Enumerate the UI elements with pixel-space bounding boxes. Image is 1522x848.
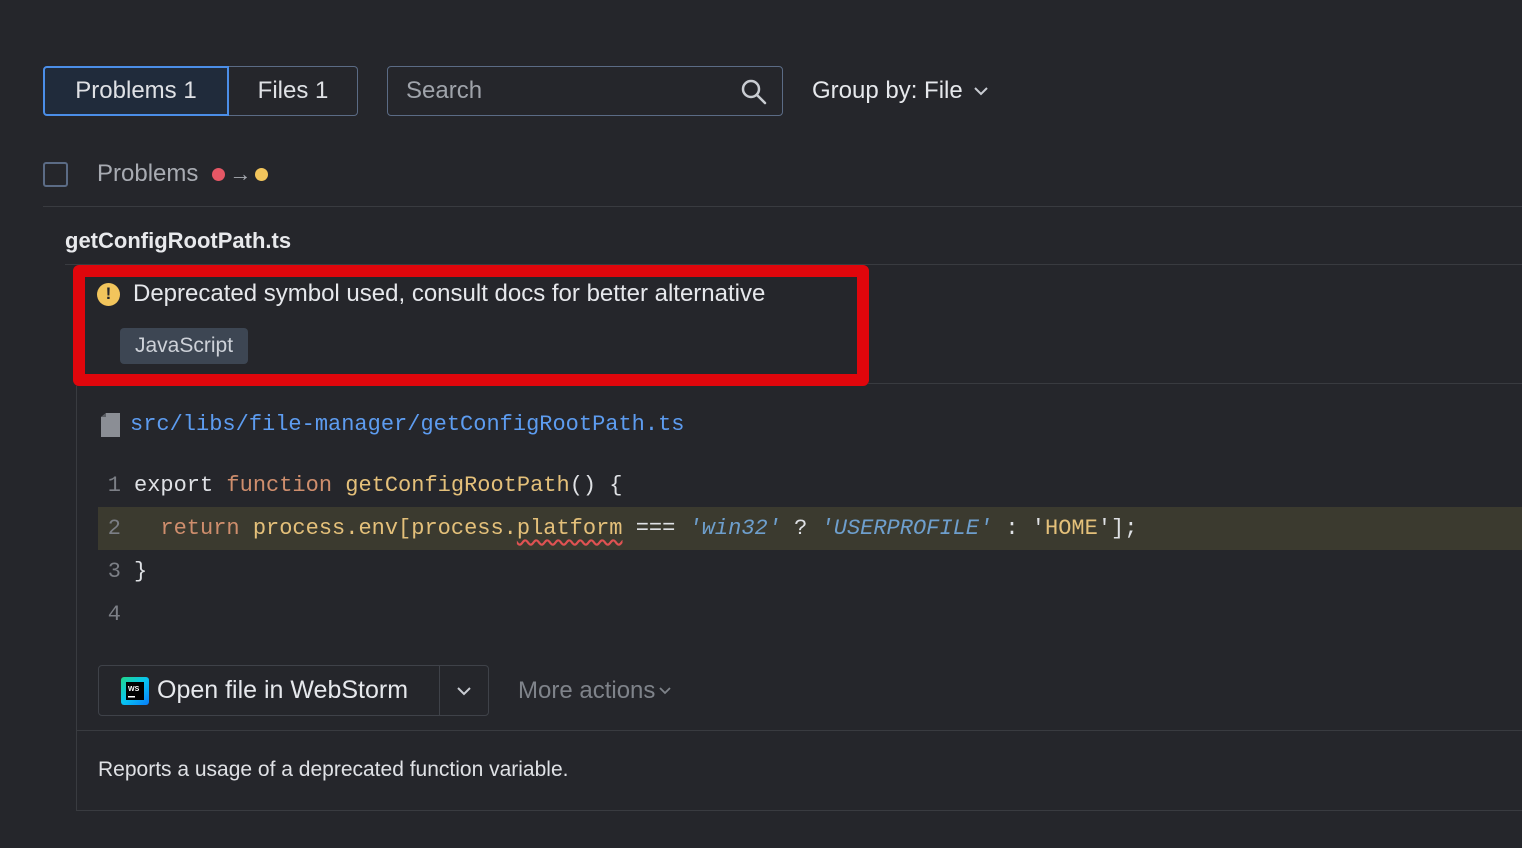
view-tabs: Problems 1 Files 1 — [43, 66, 358, 116]
divider — [43, 206, 1522, 207]
more-actions-dropdown[interactable]: More actions — [518, 674, 672, 708]
divider — [868, 383, 1522, 384]
code-token: HOME — [1045, 516, 1098, 541]
code-token: : — [992, 516, 1032, 541]
svg-text:WS: WS — [128, 686, 140, 693]
file-group-title[interactable]: getConfigRootPath.ts — [65, 228, 291, 254]
problems-column-label: Problems — [97, 160, 199, 187]
code-token: getConfigRootPath — [345, 473, 570, 498]
line-number: 4 — [107, 602, 121, 627]
group-by-label: Group by: File — [812, 77, 963, 104]
severity-warning-dot-icon — [255, 167, 269, 181]
severity-filter[interactable]: → — [212, 161, 269, 187]
line-number: 1 — [107, 473, 121, 498]
chevron-down-icon — [457, 686, 471, 695]
select-all-checkbox[interactable] — [43, 161, 68, 187]
code-token: ' — [1031, 516, 1045, 541]
code-token: } — [134, 559, 148, 584]
inspection-description: Reports a usage of a deprecated function… — [98, 758, 569, 781]
group-by-dropdown[interactable]: Group by: File — [812, 73, 989, 109]
search-input[interactable] — [406, 77, 726, 105]
more-actions-label: More actions — [518, 677, 656, 704]
code-snippet: 1 export function getConfigRootPath () {… — [98, 464, 1522, 636]
code-token: 'USERPROFILE' — [820, 516, 993, 541]
file-path-link[interactable]: src/libs/file-manager/getConfigRootPath.… — [130, 412, 685, 437]
problems-header-row: Problems → — [43, 158, 269, 190]
open-file-split-button: WS Open file in WebStorm — [98, 665, 489, 716]
code-token: export — [134, 473, 227, 498]
webstorm-icon: WS — [121, 676, 149, 705]
code-token: function — [226, 473, 346, 498]
chevron-down-icon — [974, 87, 988, 96]
highlight-frame — [73, 265, 869, 386]
line-number: 3 — [107, 559, 121, 584]
open-options-dropdown[interactable] — [440, 666, 488, 715]
file-path-row: src/libs/file-manager/getConfigRootPath.… — [101, 412, 685, 437]
arrow-right-icon: → — [229, 161, 252, 186]
code-token: ']; — [1097, 516, 1138, 541]
tab-files[interactable]: Files 1 — [229, 66, 358, 116]
file-icon — [101, 412, 120, 437]
search-icon[interactable] — [740, 78, 768, 106]
code-line-highlighted: 2 return process.env[process. platform =… — [98, 507, 1522, 550]
open-button-label: Open file in WebStorm — [157, 676, 409, 704]
open-in-webstorm-button[interactable]: WS Open file in WebStorm — [99, 666, 441, 715]
code-line: 4 — [98, 593, 1522, 636]
code-line: 3 } — [98, 550, 1522, 593]
code-token: return — [160, 516, 253, 541]
code-token: 'win32' — [688, 516, 781, 541]
severity-error-dot-icon — [212, 167, 226, 181]
code-token: () { — [569, 473, 623, 498]
code-token: ? — [780, 516, 821, 541]
chevron-down-icon — [659, 687, 672, 695]
tab-problems[interactable]: Problems 1 — [43, 66, 229, 116]
search-box — [387, 66, 783, 116]
deprecated-symbol[interactable]: platform — [517, 516, 623, 541]
code-line: 1 export function getConfigRootPath () { — [98, 464, 1522, 507]
line-number: 2 — [107, 516, 121, 541]
code-token: process.env[process. — [252, 516, 517, 541]
code-token: === — [622, 516, 689, 541]
divider — [77, 730, 1522, 731]
